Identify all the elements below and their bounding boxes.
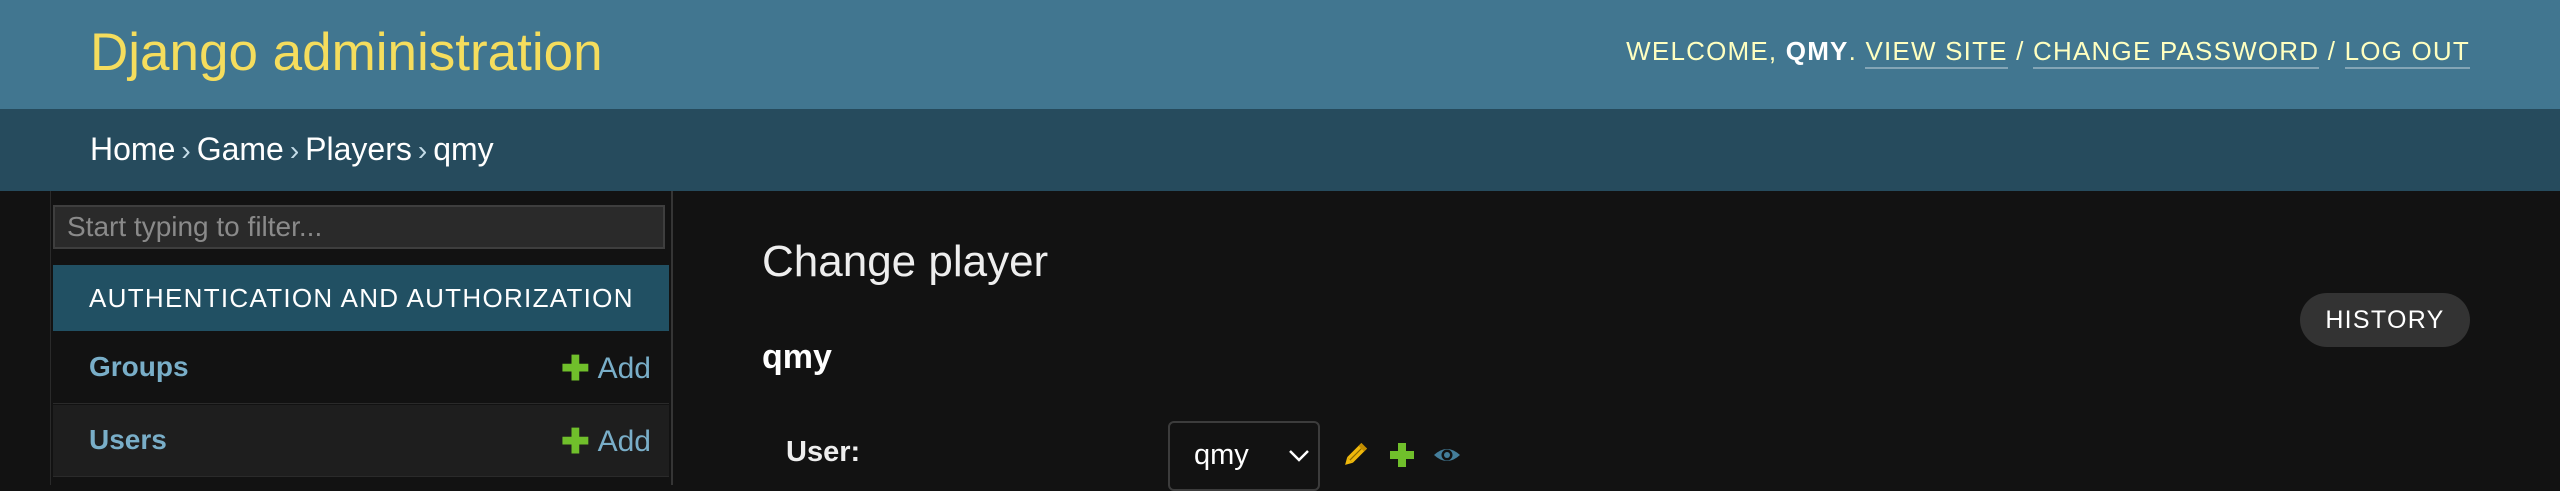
separator: / <box>2016 36 2025 66</box>
plus-icon: ✚ <box>561 350 590 388</box>
model-link-users[interactable]: Users <box>89 424 167 456</box>
page-title: Change player <box>762 237 1049 286</box>
add-groups-link[interactable]: ✚ Add <box>561 349 651 389</box>
username: QMY <box>1785 36 1849 66</box>
eye-icon[interactable] <box>1432 440 1462 470</box>
app-caption-auth[interactable]: AUTHENTICATION AND AUTHORIZATION <box>53 265 669 331</box>
breadcrumb-separator: › <box>181 135 191 166</box>
object-title: qmy <box>762 338 832 376</box>
user-select-value: qmy <box>1194 439 1249 471</box>
add-label: Add <box>597 352 651 385</box>
breadcrumb-players[interactable]: Players <box>305 131 412 167</box>
nav-filter-input[interactable] <box>53 205 665 249</box>
breadcrumb-current: qmy <box>433 131 494 167</box>
log-out-link[interactable]: LOG OUT <box>2344 36 2470 69</box>
user-select[interactable]: qmy <box>1168 421 1320 491</box>
breadcrumb-game[interactable]: Game <box>197 131 284 167</box>
chevron-down-icon <box>1289 450 1309 462</box>
breadcrumb-home[interactable]: Home <box>90 131 175 167</box>
plus-icon: ✚ <box>561 423 590 461</box>
breadcrumb-separator: › <box>289 135 300 166</box>
header: Django administration WELCOME, QMY. VIEW… <box>0 0 2560 109</box>
welcome-text: WELCOME, <box>1626 36 1778 66</box>
model-link-groups[interactable]: Groups <box>89 351 189 383</box>
sidebar-item-users: Users ✚ Add <box>53 405 669 477</box>
user-field-label: User: <box>786 436 861 468</box>
plus-icon[interactable] <box>1387 440 1417 470</box>
breadcrumb: Home › Game › Players › qmy <box>0 109 2560 191</box>
history-button[interactable]: HISTORY <box>2300 293 2470 347</box>
welcome-dot: . <box>1848 36 1858 66</box>
user-tools: WELCOME, QMY. VIEW SITE / CHANGE PASSWOR… <box>1626 36 2470 69</box>
site-title[interactable]: Django administration <box>90 20 603 86</box>
add-users-link[interactable]: ✚ Add <box>561 422 651 462</box>
view-site-link[interactable]: VIEW SITE <box>1865 36 2008 69</box>
add-label: Add <box>597 425 651 458</box>
separator: / <box>2327 36 2337 66</box>
change-password-link[interactable]: CHANGE PASSWORD <box>2033 36 2320 69</box>
pencil-icon[interactable] <box>1340 440 1370 470</box>
sidebar: AUTHENTICATION AND AUTHORIZATION Groups … <box>50 191 673 485</box>
breadcrumb-separator: › <box>417 135 428 166</box>
sidebar-item-groups: Groups ✚ Add <box>53 332 669 404</box>
